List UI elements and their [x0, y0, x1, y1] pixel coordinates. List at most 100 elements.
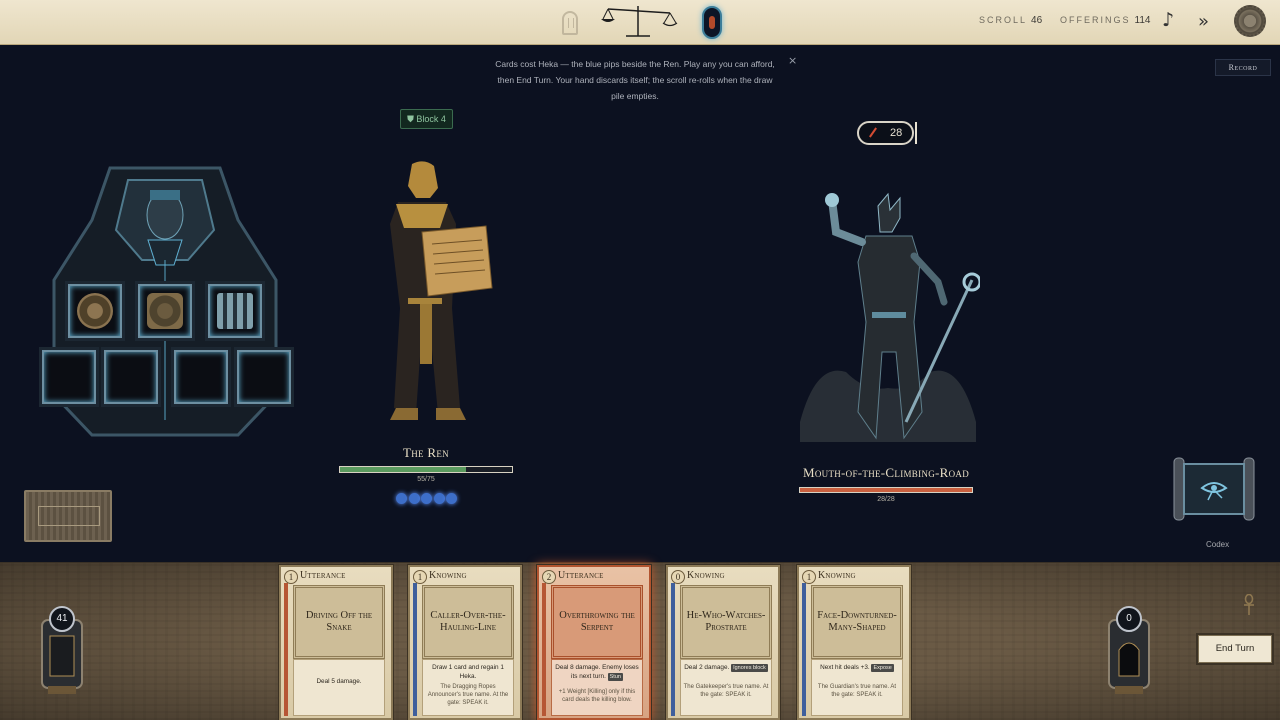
heka-pip — [446, 493, 457, 504]
top-bar: SCROLL 46 OFFERINGS 114 ♪ » — [0, 0, 1280, 45]
card-flavor: The Gatekeeper's true name. At the gate:… — [683, 684, 769, 698]
card-effect: Deal 2 damage. Ignores block — [682, 663, 770, 672]
shield-icon: ⛊ — [407, 115, 414, 125]
relic-slot-empty-2[interactable] — [104, 350, 158, 404]
scales-icon[interactable] — [598, 2, 678, 40]
relic-slot-eye[interactable] — [138, 284, 192, 338]
discard-pile-count: 0 — [1116, 606, 1142, 632]
offerings-value: 114 — [1134, 15, 1151, 26]
card-type-stripe — [802, 583, 806, 716]
tutorial-hint: Cards cost Heka — the blue pips beside t… — [495, 59, 775, 101]
ankh-relic-icon — [77, 293, 113, 329]
heka-pip — [433, 493, 445, 504]
player-hp-bar — [339, 466, 513, 473]
player-hp-fill — [340, 467, 467, 472]
canopic-jars-relic-icon — [217, 293, 253, 329]
eye-relic-icon — [147, 293, 183, 329]
draw-pile[interactable]: 41 — [34, 600, 90, 698]
settings-seal-icon[interactable] — [1234, 5, 1266, 37]
card-cost: 1 — [413, 570, 427, 584]
draw-pile-count: 41 — [49, 606, 75, 632]
card-cost: 0 — [671, 570, 685, 584]
codex-scroll-icon[interactable] — [1172, 454, 1256, 522]
block-label: Block 4 — [416, 114, 446, 124]
relic-slot-ankh[interactable] — [68, 284, 122, 338]
relic-slot-jars[interactable] — [208, 284, 262, 338]
card-title: He-Who-Watches-Prostrate — [686, 610, 766, 633]
card-effect-text: Deal 2 damage. — [684, 664, 730, 671]
card[interactable]: 1 Knowing Caller-Over-the-Hauling-Line D… — [408, 565, 522, 720]
card-type-stripe — [413, 583, 417, 716]
enemy-name: Mouth-of-the-Climbing-Road — [802, 465, 969, 480]
card-effect: Deal 8 damage. Enemy loses its next turn… — [553, 663, 641, 681]
card-keyword-tag: Ignores block — [731, 664, 768, 672]
card-effect-text: Deal 8 damage. Enemy loses its next turn… — [555, 664, 639, 680]
card-effect-text: Deal 5 damage. — [316, 678, 362, 685]
discard-pile[interactable]: 0 — [1101, 600, 1157, 698]
card[interactable]: 2 Utterance Overthrowing the Serpent Dea… — [537, 565, 651, 720]
card-effect: Next hit deals +3. Expose — [813, 663, 901, 672]
card-type-stripe — [284, 583, 288, 716]
card-keyword-tag: Expose — [871, 664, 894, 672]
heka-pips — [396, 492, 458, 506]
relic-slot-empty-4[interactable] — [237, 350, 291, 404]
card-effect-text: Draw 1 card and regain 1 Heka. — [432, 664, 504, 680]
top-center-icons — [558, 0, 728, 45]
scarab-icon[interactable] — [702, 6, 722, 39]
sword-icon — [869, 127, 877, 138]
treasure-chest-icon[interactable] — [24, 490, 112, 542]
enemy-hp-text: 28/28 — [877, 496, 895, 503]
card[interactable]: 0 Knowing He-Who-Watches-Prostrate Deal … — [666, 565, 780, 720]
codex-label: Codex — [1206, 540, 1230, 549]
card-flavor: The Dragging Ropes Announcer's true name… — [427, 684, 509, 706]
relic-slot-empty-3[interactable] — [174, 350, 228, 404]
heka-pip — [396, 493, 407, 504]
player-hp-text: 55/75 — [417, 476, 435, 483]
card-flavor: +1 Weight [Killing] only if this card de… — [558, 689, 636, 703]
relic-slot-empty-1[interactable] — [42, 350, 96, 404]
card-textbox — [293, 659, 385, 716]
music-icon[interactable]: ♪ — [1162, 9, 1174, 31]
card-effect: Deal 5 damage. — [295, 677, 383, 686]
card-keyword-tag: Stun — [607, 673, 623, 681]
player-figure[interactable] — [360, 158, 500, 428]
card-type-stripe — [671, 583, 675, 716]
offerings-stat: OFFERINGS 114 — [1060, 15, 1150, 26]
enemy-figure[interactable] — [796, 192, 980, 450]
close-icon[interactable]: × — [788, 54, 797, 67]
card[interactable]: 1 Utterance Driving Off the Snake Deal 5… — [279, 565, 393, 720]
scroll-stat: SCROLL 46 — [979, 15, 1042, 26]
player-name: The Ren — [403, 445, 449, 460]
scroll-label: SCROLL — [979, 15, 1028, 25]
tomb-icon[interactable] — [562, 11, 578, 35]
record-button[interactable]: Record — [1215, 59, 1271, 76]
card-cost: 1 — [802, 570, 816, 584]
scroll-value: 46 — [1031, 15, 1043, 26]
card-cost: 2 — [542, 570, 556, 584]
text-cursor — [915, 122, 917, 144]
card-effect: Draw 1 card and regain 1 Heka. — [424, 663, 512, 681]
block-badge: ⛊ Block 4 — [400, 109, 453, 129]
card-cost: 1 — [284, 570, 298, 584]
card-type: Knowing — [429, 570, 467, 581]
card-type-stripe — [542, 583, 546, 716]
card[interactable]: 1 Knowing Face-Downturned-Many-Shaped Ne… — [797, 565, 911, 720]
intent-value: 28 — [890, 127, 903, 139]
end-turn-button[interactable]: End Turn — [1198, 635, 1272, 663]
card-type: Utterance — [558, 570, 604, 581]
card-type: Utterance — [300, 570, 346, 581]
enemy-intent[interactable]: 28 — [857, 121, 914, 145]
relic-board — [38, 160, 292, 440]
card-effect-text: Next hit deals +3. — [820, 664, 870, 671]
card-title: Driving Off the Snake — [305, 610, 373, 633]
ankh-icon — [1244, 594, 1254, 615]
card-flavor: The Guardian's true name. At the gate: S… — [817, 684, 897, 698]
heka-pip — [421, 493, 432, 504]
card-title: Overthrowing the Serpent — [559, 610, 635, 633]
enemy-hp-fill — [800, 488, 972, 492]
fast-forward-icon[interactable]: » — [1198, 11, 1209, 32]
card-title: Caller-Over-the-Hauling-Line — [430, 610, 506, 633]
enemy-hp-bar — [799, 487, 973, 493]
card-title: Face-Downturned-Many-Shaped — [817, 610, 897, 633]
card-type: Knowing — [818, 570, 856, 581]
